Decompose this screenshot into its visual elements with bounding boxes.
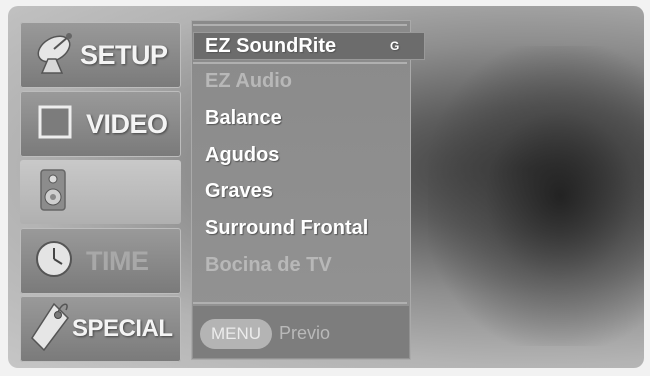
sidebar-item-label: SETUP xyxy=(80,39,168,70)
sidebar-item-time[interactable]: TIME xyxy=(20,228,181,294)
sidebar-item-audio[interactable] xyxy=(20,160,181,224)
menu-item-ez-audio[interactable]: EZ Audio xyxy=(205,70,292,93)
sidebar-item-setup[interactable]: SETUP xyxy=(20,22,181,88)
menu-item-bocina-de-tv[interactable]: Bocina de TV xyxy=(205,254,332,277)
menu-divider xyxy=(193,62,407,64)
menu-item-graves[interactable]: Graves xyxy=(205,180,273,203)
clock-icon xyxy=(32,237,76,286)
sidebar-item-video[interactable]: VIDEO xyxy=(20,91,181,157)
menu-button[interactable]: MENU xyxy=(200,319,272,349)
sidebar-item-label: VIDEO xyxy=(86,108,168,139)
tag-icon xyxy=(30,300,72,359)
sidebar-item-special[interactable]: SPECIAL xyxy=(20,296,181,362)
menu-divider xyxy=(193,302,407,304)
satellite-dish-icon xyxy=(32,29,80,82)
menu-item-label: EZ SoundRite xyxy=(205,35,337,57)
menu-divider xyxy=(193,24,407,26)
speaker-icon xyxy=(38,168,68,217)
sidebar-item-label: SPECIAL xyxy=(72,315,173,342)
sidebar-item-label: TIME xyxy=(86,245,149,276)
previous-hint: Previo xyxy=(279,323,331,343)
screen-icon xyxy=(38,105,72,144)
menu-item-badge: G xyxy=(390,39,400,53)
menu-item-surround-frontal[interactable]: Surround Frontal xyxy=(205,217,368,240)
background-glow xyxy=(428,46,644,346)
menu-item-balance[interactable]: Balance xyxy=(205,107,282,130)
menu-item-agudos[interactable]: Agudos xyxy=(205,144,279,167)
